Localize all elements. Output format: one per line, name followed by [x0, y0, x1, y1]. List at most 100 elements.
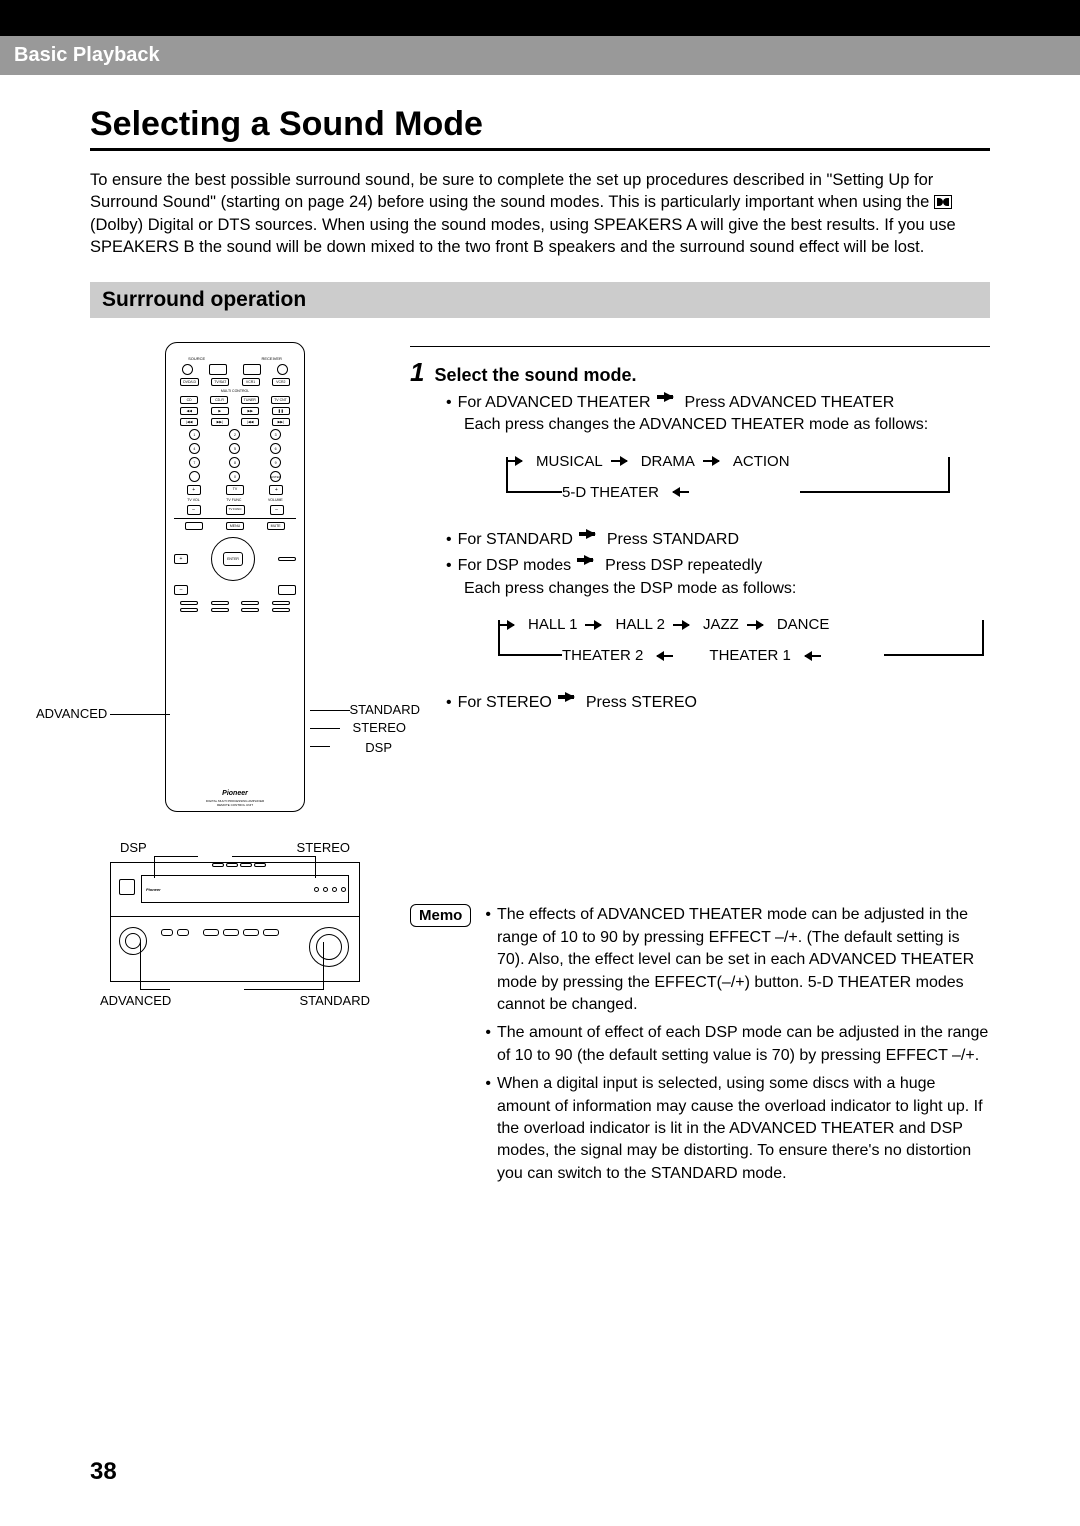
receiver-callout-dsp: DSP: [120, 840, 147, 855]
memo-text: The effects of ADVANCED THEATER mode can…: [497, 904, 990, 1016]
lead-line: [310, 746, 330, 747]
remote-num-enter: ENTER: [270, 471, 281, 482]
remote-callout-stereo: STEREO: [353, 720, 406, 735]
cycle-item: JAZZ: [703, 614, 739, 635]
arrow-right-icon: [703, 456, 725, 466]
memo-badge: Memo: [410, 904, 471, 927]
remote-callout-dsp: DSP: [365, 740, 392, 755]
arrow-right-icon: [585, 620, 607, 630]
remote-btn: [278, 557, 296, 561]
advanced-cycle-diagram: MUSICAL DRAMA ACTION 5-D THEATER: [482, 451, 990, 511]
bullet-text: For STANDARD: [446, 529, 573, 551]
receiver-standard-btn: [243, 929, 259, 936]
remote-dvd: DVD/LD: [180, 378, 199, 386]
remote-num-2: 2: [229, 429, 240, 440]
remote-num-6: 6: [270, 443, 281, 454]
receiver-led: [341, 887, 346, 892]
step-1-header: 1 Select the sound mode.: [410, 346, 990, 388]
sub-header: Surrround operation: [90, 282, 990, 318]
remote-standard-btn: [272, 601, 290, 605]
remote-plus: +: [174, 554, 188, 564]
remote-diagram: SOURCERECEIVER DVD/LD TV/SAT VCR1 VCR2 M…: [90, 342, 380, 812]
arrow-left-icon: [651, 651, 673, 661]
remote-multi: MULTI CONTROL: [174, 389, 296, 393]
cycle-connector: [498, 620, 562, 656]
remote-btn: [180, 601, 198, 605]
bullet-standard: For STANDARD Press STANDARD: [446, 529, 990, 551]
lead-line: [232, 856, 316, 878]
lead-line: [140, 942, 170, 990]
intro-text-2: (Dolby) Digital or DTS sources. When usi…: [90, 216, 956, 256]
step-1-body: For ADVANCED THEATER Press ADVANCED THEA…: [446, 392, 990, 714]
memo-text: The amount of effect of each DSP mode ca…: [497, 1022, 990, 1067]
receiver-diagram: DSP STEREO Pioneer: [90, 862, 380, 982]
remote-btn: [241, 601, 259, 605]
receiver-button-group: [161, 929, 279, 936]
dsp-line2: Each press changes the DSP mode as follo…: [464, 578, 990, 600]
cycle-connector: [800, 457, 950, 493]
receiver-btn: [203, 929, 219, 936]
remote-brand: Pioneer: [166, 790, 304, 797]
top-black-bar: [0, 0, 1080, 36]
remote-num-0: 0: [229, 471, 240, 482]
memo-item-2: The amount of effect of each DSP mode ca…: [485, 1022, 990, 1067]
remote-callout-advanced: ADVANCED: [36, 706, 107, 721]
lead-line: [310, 728, 340, 729]
remote-mute: MUTE: [267, 522, 285, 530]
bullet-text: For DSP modes: [446, 555, 571, 577]
arrow-right-icon: [611, 456, 633, 466]
remote-nav-circle: ENTER: [211, 537, 255, 581]
bullet-dsp: For DSP modes Press DSP repeatedly: [446, 555, 990, 577]
step-title: Select the sound mode.: [434, 365, 636, 386]
remote-cdr: CD-R: [210, 396, 228, 404]
cycle-item: DANCE: [777, 614, 830, 635]
receiver-led: [332, 887, 337, 892]
remote-sub: DIGITAL MULTI PROCESSING AMPLIFIER REMOT…: [166, 799, 304, 807]
remote-tvvol: TV VOL: [187, 498, 199, 502]
remote-num-3: 3: [270, 429, 281, 440]
receiver-led: [314, 887, 319, 892]
receiver-advanced-btn: [161, 929, 173, 936]
remote-transport: ❚❚: [272, 407, 290, 415]
remote-minus: –: [187, 505, 201, 515]
cycle-connector: [506, 457, 562, 493]
instructions-column: 1 Select the sound mode. For ADVANCED TH…: [410, 342, 990, 1191]
receiver-callout-stereo: STEREO: [297, 840, 350, 855]
arrow-right-icon: [673, 620, 695, 630]
remote-btn: [211, 608, 229, 612]
step-number: 1: [410, 357, 424, 388]
remote-transport: ▶: [211, 407, 229, 415]
remote-menu: MENU: [226, 522, 244, 530]
remote-stereo-btn: [272, 608, 290, 612]
remote-receiver-label: RECEIVER: [261, 356, 281, 361]
bullet-text-b: Press ADVANCED THEATER: [685, 392, 895, 414]
remote-num-8: 8: [229, 457, 240, 468]
remote-minus: –: [270, 505, 284, 515]
remote-num-5: 5: [229, 443, 240, 454]
two-column-layout: SOURCERECEIVER DVD/LD TV/SAT VCR1 VCR2 M…: [90, 342, 990, 1191]
arrow-right-icon: [577, 555, 599, 565]
page-content: Selecting a Sound Mode To ensure the bes…: [0, 75, 1080, 1191]
memo-body: The effects of ADVANCED THEATER mode can…: [485, 904, 990, 1191]
remote-plus: +: [269, 485, 283, 495]
remote-cd: CD: [180, 396, 198, 404]
receiver-brand: Pioneer: [142, 887, 312, 892]
remote-num-ch: [189, 471, 200, 482]
remote-minus: –: [174, 585, 188, 595]
cycle-connector: [884, 620, 984, 656]
arrow-right-icon: [558, 692, 580, 702]
cycle-item: HALL 2: [615, 614, 664, 635]
receiver-dsp-btn: [212, 863, 224, 867]
remote-btn: [211, 601, 229, 605]
lead-line: [154, 856, 198, 878]
cycle-item: ACTION: [733, 451, 790, 472]
bullet-advanced: For ADVANCED THEATER Press ADVANCED THEA…: [446, 392, 990, 414]
receiver-display: Pioneer: [141, 875, 349, 903]
remote-plus: +: [187, 485, 201, 495]
arrow-right-icon: [657, 392, 679, 402]
remote-transport: ▶▶|: [272, 418, 290, 426]
intro-paragraph: To ensure the best possible surround sou…: [90, 169, 990, 258]
intro-text-1: To ensure the best possible surround sou…: [90, 171, 934, 211]
remote-menu-btn: [185, 522, 203, 530]
remote-advanced-btn: [180, 608, 198, 612]
